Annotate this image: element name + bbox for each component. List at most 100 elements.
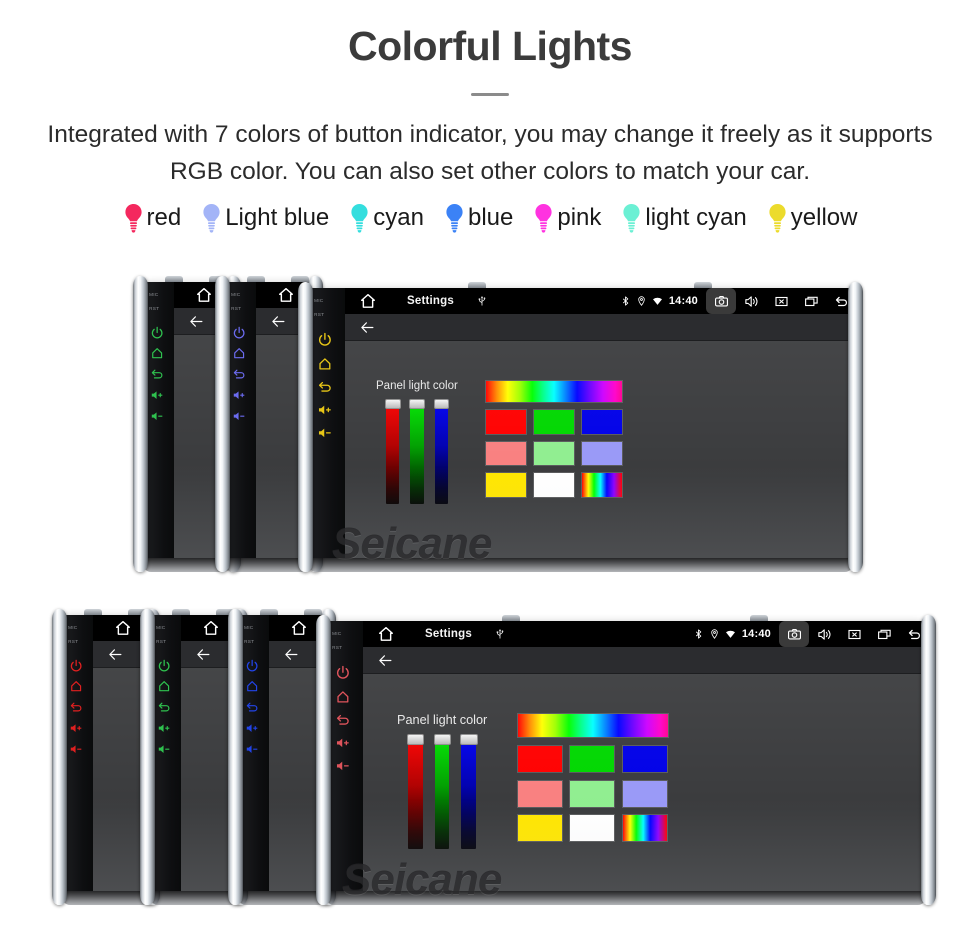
red-slider[interactable] (407, 734, 425, 849)
back-icon[interactable] (150, 367, 164, 381)
back-icon[interactable] (335, 712, 351, 728)
power-icon[interactable] (245, 659, 259, 673)
statusbar-key-camera[interactable] (706, 288, 736, 314)
arrow-left-icon[interactable] (188, 314, 205, 329)
arrow-left-icon[interactable] (195, 647, 212, 662)
statusbar-title: Settings (407, 295, 454, 307)
home-icon[interactable] (157, 679, 171, 693)
volume-up-icon[interactable] (232, 388, 246, 402)
volume-down-icon[interactable] (245, 742, 259, 756)
power-icon[interactable] (69, 659, 83, 673)
color-swatch-2-1[interactable] (532, 472, 575, 498)
volume-up-icon[interactable] (157, 721, 171, 735)
top-nub-left (165, 276, 183, 282)
color-swatch-0-0[interactable] (484, 409, 527, 435)
panel-light-color-panel: Panel light color (376, 380, 624, 504)
statusbar-key-camera[interactable] (779, 621, 809, 647)
color-swatch-2-1[interactable] (569, 814, 616, 843)
legend-item-label: red (146, 204, 182, 231)
blue-slider-knob[interactable] (460, 734, 478, 745)
hue-spectrum-bar[interactable] (516, 713, 669, 739)
statusbar-key-close[interactable] (766, 288, 796, 314)
home-icon[interactable] (377, 625, 395, 643)
green-slider-knob[interactable] (409, 399, 426, 409)
back-icon[interactable] (232, 367, 246, 381)
home-icon[interactable] (277, 286, 295, 304)
home-icon[interactable] (69, 679, 83, 693)
arrow-left-icon[interactable] (377, 653, 394, 668)
hue-spectrum-bar[interactable] (484, 380, 624, 404)
volume-down-icon[interactable] (232, 409, 246, 423)
green-slider[interactable] (409, 399, 426, 504)
volume-down-icon[interactable] (150, 409, 164, 423)
statusbar-key-recents[interactable] (796, 288, 826, 314)
back-icon[interactable] (157, 700, 171, 714)
arrow-left-icon[interactable] (283, 647, 300, 662)
home-icon[interactable] (202, 619, 220, 637)
power-icon[interactable] (317, 332, 333, 348)
home-icon[interactable] (317, 356, 333, 372)
color-swatch-1-1[interactable] (532, 440, 575, 467)
power-icon[interactable] (232, 326, 246, 340)
color-swatch-2-2[interactable] (622, 814, 669, 843)
color-swatch-0-2[interactable] (580, 409, 623, 435)
back-icon[interactable] (317, 379, 333, 395)
color-swatch-1-2[interactable] (622, 779, 669, 808)
home-icon[interactable] (359, 292, 377, 310)
color-swatch-1-0[interactable] (484, 440, 527, 467)
volume-up-icon[interactable] (245, 721, 259, 735)
device-body: MIC RST (235, 615, 329, 891)
color-swatch-1-1[interactable] (569, 779, 616, 808)
blue-slider-knob[interactable] (433, 399, 450, 409)
red-slider-knob[interactable] (407, 734, 425, 745)
color-swatch-0-0[interactable] (516, 744, 563, 773)
color-swatch-2-2[interactable] (580, 472, 623, 498)
volume-up-icon[interactable] (317, 402, 333, 418)
volume-up-icon[interactable] (69, 721, 83, 735)
color-swatch-2-0[interactable] (484, 472, 527, 498)
statusbar-key-volume[interactable] (809, 621, 839, 647)
blue-slider[interactable] (433, 399, 450, 504)
volume-down-icon[interactable] (69, 742, 83, 756)
unit-3[interactable]: MIC RST Settings 14:40 Panel light color (298, 282, 863, 572)
volume-up-icon[interactable] (335, 735, 351, 751)
power-icon[interactable] (335, 665, 351, 681)
home-icon[interactable] (335, 689, 351, 705)
color-swatch-1-2[interactable] (580, 440, 623, 467)
back-icon[interactable] (69, 700, 83, 714)
statusbar-key-close[interactable] (839, 621, 869, 647)
volume-down-icon[interactable] (335, 758, 351, 774)
power-icon[interactable] (150, 326, 164, 340)
home-icon[interactable] (150, 346, 164, 360)
color-swatch-2-0[interactable] (516, 814, 563, 843)
top-nub-right (694, 282, 712, 288)
legend-item-label: yellow (790, 204, 858, 231)
back-icon[interactable] (245, 700, 259, 714)
color-swatch-0-2[interactable] (622, 744, 669, 773)
arrow-left-icon[interactable] (270, 314, 287, 329)
power-icon[interactable] (157, 659, 171, 673)
color-swatch-0-1[interactable] (532, 409, 575, 435)
color-swatch-1-0[interactable] (516, 779, 563, 808)
statusbar-key-volume[interactable] (736, 288, 766, 314)
home-icon[interactable] (195, 286, 213, 304)
volume-down-icon[interactable] (157, 742, 171, 756)
top-nub-right (750, 615, 768, 621)
blue-slider[interactable] (460, 734, 478, 849)
arrow-left-icon[interactable] (107, 647, 124, 662)
green-slider-knob[interactable] (433, 734, 452, 745)
arrow-left-icon[interactable] (359, 320, 376, 335)
green-slider[interactable] (433, 734, 452, 849)
home-icon[interactable] (290, 619, 308, 637)
statusbar-key-recents[interactable] (869, 621, 899, 647)
home-icon[interactable] (114, 619, 132, 637)
red-slider-knob[interactable] (384, 399, 401, 409)
unit-7[interactable]: MIC RST Settings 14:40 Panel light color (316, 615, 936, 905)
color-swatch-0-1[interactable] (569, 744, 616, 773)
volume-up-icon[interactable] (150, 388, 164, 402)
red-slider[interactable] (384, 399, 401, 504)
home-icon[interactable] (232, 346, 246, 360)
home-icon[interactable] (245, 679, 259, 693)
reset-label: RST (231, 305, 242, 312)
volume-down-icon[interactable] (317, 425, 333, 441)
